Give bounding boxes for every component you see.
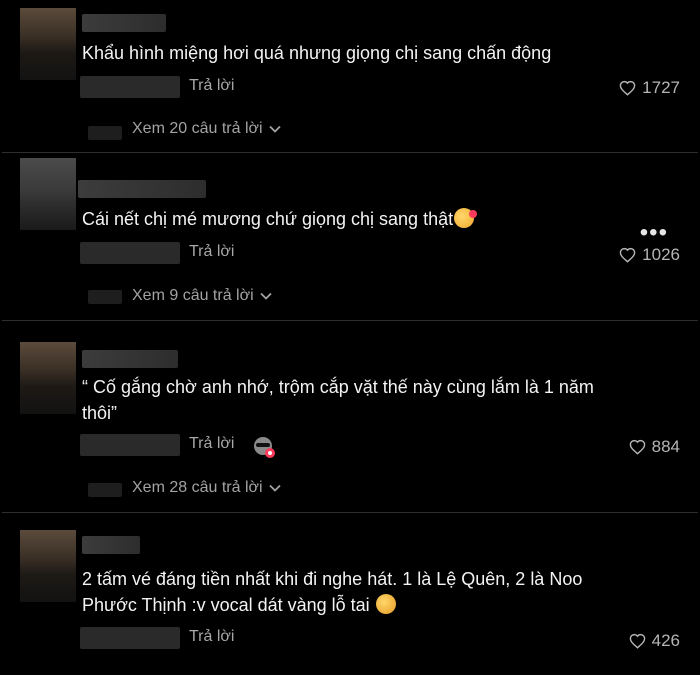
comment-text: Khẩu hình miệng hơi quá nhưng giọng chị … — [82, 43, 552, 63]
heart-icon — [629, 439, 645, 455]
view-replies-label: Xem 20 câu trả lời — [132, 120, 263, 137]
comments-panel: Khẩu hình miệng hơi quá nhưng giọng chị … — [2, 2, 698, 671]
like-button[interactable]: 1026 — [619, 245, 680, 265]
divider — [2, 152, 698, 153]
like-count: 1026 — [642, 245, 680, 264]
chevron-down-icon — [268, 125, 281, 133]
comment-text: Cái nết chị mé mương chứ giọng chị sang … — [82, 206, 478, 232]
username-redacted — [82, 350, 178, 368]
reply-button[interactable]: Trả lời — [189, 435, 234, 453]
comment-text-content: Cái nết chị mé mương chứ giọng chị sang … — [82, 209, 454, 229]
reply-button[interactable]: Trả lời — [189, 243, 234, 261]
reply-button[interactable]: Trả lời — [189, 628, 234, 646]
avatar[interactable] — [20, 342, 76, 414]
view-replies-button[interactable]: Xem 9 câu trả lời — [132, 287, 272, 305]
divider — [2, 512, 698, 513]
more-horizontal-icon[interactable]: ••• — [640, 219, 668, 247]
reply-line-redacted — [88, 290, 122, 304]
like-count: 1727 — [642, 78, 680, 97]
view-replies-label: Xem 9 câu trả lời — [132, 287, 254, 304]
reply-line-redacted — [88, 483, 122, 497]
heart-icon — [619, 80, 636, 96]
timestamp-redacted — [80, 627, 180, 649]
username-redacted — [78, 180, 206, 198]
timestamp-redacted — [80, 434, 180, 456]
username-redacted — [82, 536, 140, 554]
reply-line-redacted — [88, 126, 122, 140]
comment-text: 2 tấm vé đáng tiền nhất khi đi nghe hát.… — [82, 566, 642, 618]
comment-text-content: 2 tấm vé đáng tiền nhất khi đi nghe hát.… — [82, 569, 588, 615]
avatar[interactable] — [20, 8, 76, 80]
timestamp-redacted — [80, 76, 180, 98]
reply-button[interactable]: Trả lời — [189, 77, 234, 95]
view-replies-button[interactable]: Xem 28 câu trả lời — [132, 479, 281, 497]
like-count: 426 — [651, 631, 680, 650]
sunglasses-sticker-icon — [254, 437, 275, 458]
like-button[interactable]: 1727 — [619, 78, 680, 98]
username-redacted — [82, 14, 166, 32]
comment-text: “ Cố gắng chờ anh nhớ, trộm cắp vặt thế … — [82, 377, 599, 423]
divider — [2, 320, 698, 321]
avatar[interactable] — [20, 530, 76, 602]
chevron-down-icon — [268, 484, 281, 492]
avatar[interactable] — [20, 158, 76, 230]
like-button[interactable]: 426 — [629, 631, 680, 651]
rolling-on-floor-laughing-icon — [375, 594, 396, 614]
heart-icon — [629, 633, 645, 649]
heart-icon — [619, 247, 636, 263]
like-count: 884 — [651, 437, 680, 456]
timestamp-redacted — [80, 242, 180, 264]
view-replies-label: Xem 28 câu trả lời — [132, 479, 263, 496]
smiling-face-with-hearts-icon — [454, 208, 478, 228]
like-button[interactable]: 884 — [629, 437, 680, 457]
view-replies-button[interactable]: Xem 20 câu trả lời — [132, 120, 281, 138]
chevron-down-icon — [260, 292, 272, 300]
